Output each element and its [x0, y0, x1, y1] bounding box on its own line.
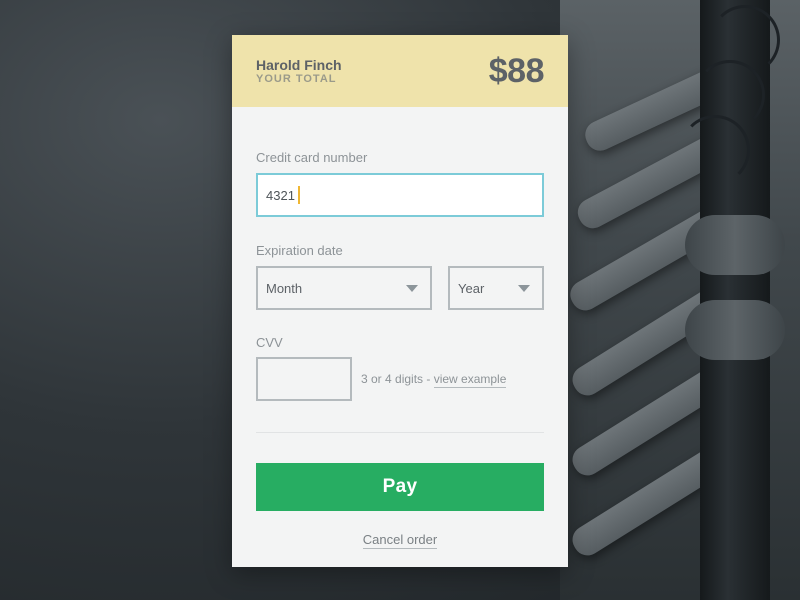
- cvv-hint-text: 3 or 4 digits -: [361, 372, 434, 386]
- customer-name: Harold Finch: [256, 56, 342, 73]
- cvv-hint: 3 or 4 digits - view example: [361, 372, 507, 388]
- year-select[interactable]: Year: [448, 266, 544, 310]
- background-photo-clothes-hangers: [560, 0, 800, 600]
- payment-card: Harold Finch YOUR TOTAL $88 Credit card …: [232, 35, 568, 567]
- text-caret: [297, 186, 300, 204]
- rod-joint: [685, 300, 785, 360]
- pay-button[interactable]: Pay: [256, 463, 544, 511]
- cvv-input[interactable]: [256, 357, 352, 401]
- month-select-value: Month: [266, 280, 303, 296]
- cancel-order-link-wrapper: Cancel order: [232, 532, 568, 549]
- month-select[interactable]: Month: [256, 266, 432, 310]
- hangers-illustration: [560, 0, 800, 600]
- expiration-label: Expiration date: [256, 243, 343, 258]
- hook: [680, 115, 750, 185]
- customer-info: Harold Finch YOUR TOTAL: [256, 57, 342, 86]
- total-label: YOUR TOTAL: [256, 72, 337, 85]
- year-select-value: Year: [458, 280, 485, 296]
- divider: [256, 432, 544, 433]
- cancel-order-link[interactable]: Cancel order: [362, 532, 438, 549]
- rod-joint: [685, 215, 785, 275]
- card-number-label: Credit card number: [256, 150, 368, 165]
- total-amount: $88: [488, 51, 545, 90]
- cvv-label: CVV: [256, 335, 283, 350]
- chevron-down-icon: [518, 285, 530, 292]
- card-number-value: 4321: [266, 187, 295, 203]
- card-number-input[interactable]: 4321: [256, 173, 544, 217]
- view-example-link[interactable]: view example: [433, 372, 507, 388]
- order-summary-header: Harold Finch YOUR TOTAL $88: [232, 35, 568, 107]
- chevron-down-icon: [406, 285, 418, 292]
